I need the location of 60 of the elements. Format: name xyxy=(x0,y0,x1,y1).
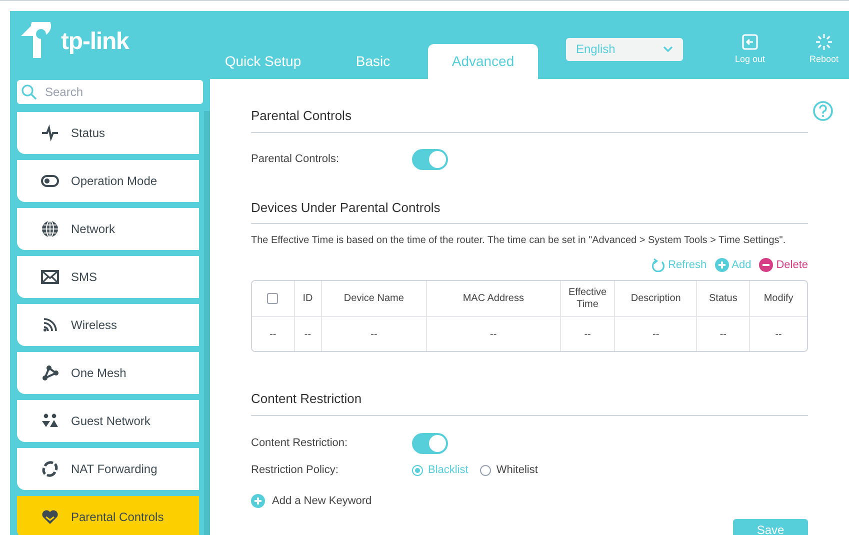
minus-icon xyxy=(759,258,774,272)
column-header: Device Name xyxy=(322,281,428,317)
search-field[interactable]: Search xyxy=(17,80,203,104)
table-cell: -- xyxy=(697,317,750,351)
table-cell: -- xyxy=(294,317,322,351)
column-header: Modify xyxy=(750,281,807,317)
column-header: MAC Address xyxy=(427,281,561,317)
logout-icon xyxy=(741,33,759,52)
radio-button[interactable] xyxy=(412,465,423,476)
table-cell-text: -- xyxy=(774,328,783,342)
chevron-down-icon xyxy=(663,46,673,52)
table-cell: -- xyxy=(427,317,561,351)
toggle-icon xyxy=(41,172,59,190)
field-label: Content Restriction: xyxy=(251,436,349,452)
radio-option[interactable]: Whitelist xyxy=(480,462,538,479)
globe-icon xyxy=(41,220,59,238)
toggle-switch[interactable] xyxy=(412,433,448,454)
section-title: Devices Under Parental Controls xyxy=(251,198,808,224)
heart-icon xyxy=(41,508,59,526)
column-header: Effective Time xyxy=(560,281,616,317)
field-label: Parental Controls: xyxy=(251,152,340,168)
table-cell: -- xyxy=(252,317,295,351)
info-note: The Effective Time is based on the time of the router. The time can be set in "Advanced > System Tools > Time Settings". xyxy=(251,234,787,248)
help-icon[interactable] xyxy=(813,101,833,121)
column-header: ID xyxy=(294,281,322,317)
sidebar-item[interactable]: NAT Forwarding xyxy=(17,448,199,490)
field-label: Restriction Policy: xyxy=(251,463,340,478)
nodes-icon xyxy=(41,364,59,382)
sidebar-item[interactable]: Guest Network xyxy=(17,400,199,442)
sidebar-item[interactable]: Status xyxy=(17,112,199,154)
sidebar-item[interactable]: SMS xyxy=(17,256,199,298)
table-cell: -- xyxy=(560,317,616,351)
radio-button[interactable] xyxy=(480,465,492,476)
sidebar-item[interactable]: Network xyxy=(17,208,199,250)
sidebar-item[interactable]: One Mesh xyxy=(17,352,199,394)
table-cell: -- xyxy=(615,317,698,351)
cycle-arrows-icon xyxy=(41,460,59,478)
pulse-icon xyxy=(41,124,59,142)
refresh-icon xyxy=(651,258,666,272)
toggle-switch[interactable] xyxy=(412,149,448,170)
sidebar-item[interactable]: Operation Mode xyxy=(17,160,199,202)
spinner-icon xyxy=(815,33,833,52)
signal-icon xyxy=(41,316,59,334)
column-header: Status xyxy=(697,281,750,317)
search-icon xyxy=(21,84,37,100)
people-icon xyxy=(41,412,59,430)
sidebar-item[interactable]: Parental Controls xyxy=(17,496,199,535)
table-cell: -- xyxy=(322,317,428,351)
sidebar-item[interactable]: Wireless xyxy=(17,304,199,346)
plus-icon xyxy=(714,258,729,272)
brand-name: tp-link xyxy=(61,27,129,57)
checkbox[interactable] xyxy=(267,292,278,304)
scrollbar[interactable] xyxy=(204,111,210,535)
add-keyword-button[interactable]: Add a New Keyword xyxy=(251,492,372,509)
plus-icon xyxy=(251,494,265,508)
section-title: Parental Controls xyxy=(251,106,808,132)
section-title: Content Restriction xyxy=(251,389,808,416)
envelope-icon xyxy=(41,268,59,286)
delete-button[interactable]: Delete xyxy=(759,256,808,274)
column-header: Description xyxy=(615,281,698,317)
